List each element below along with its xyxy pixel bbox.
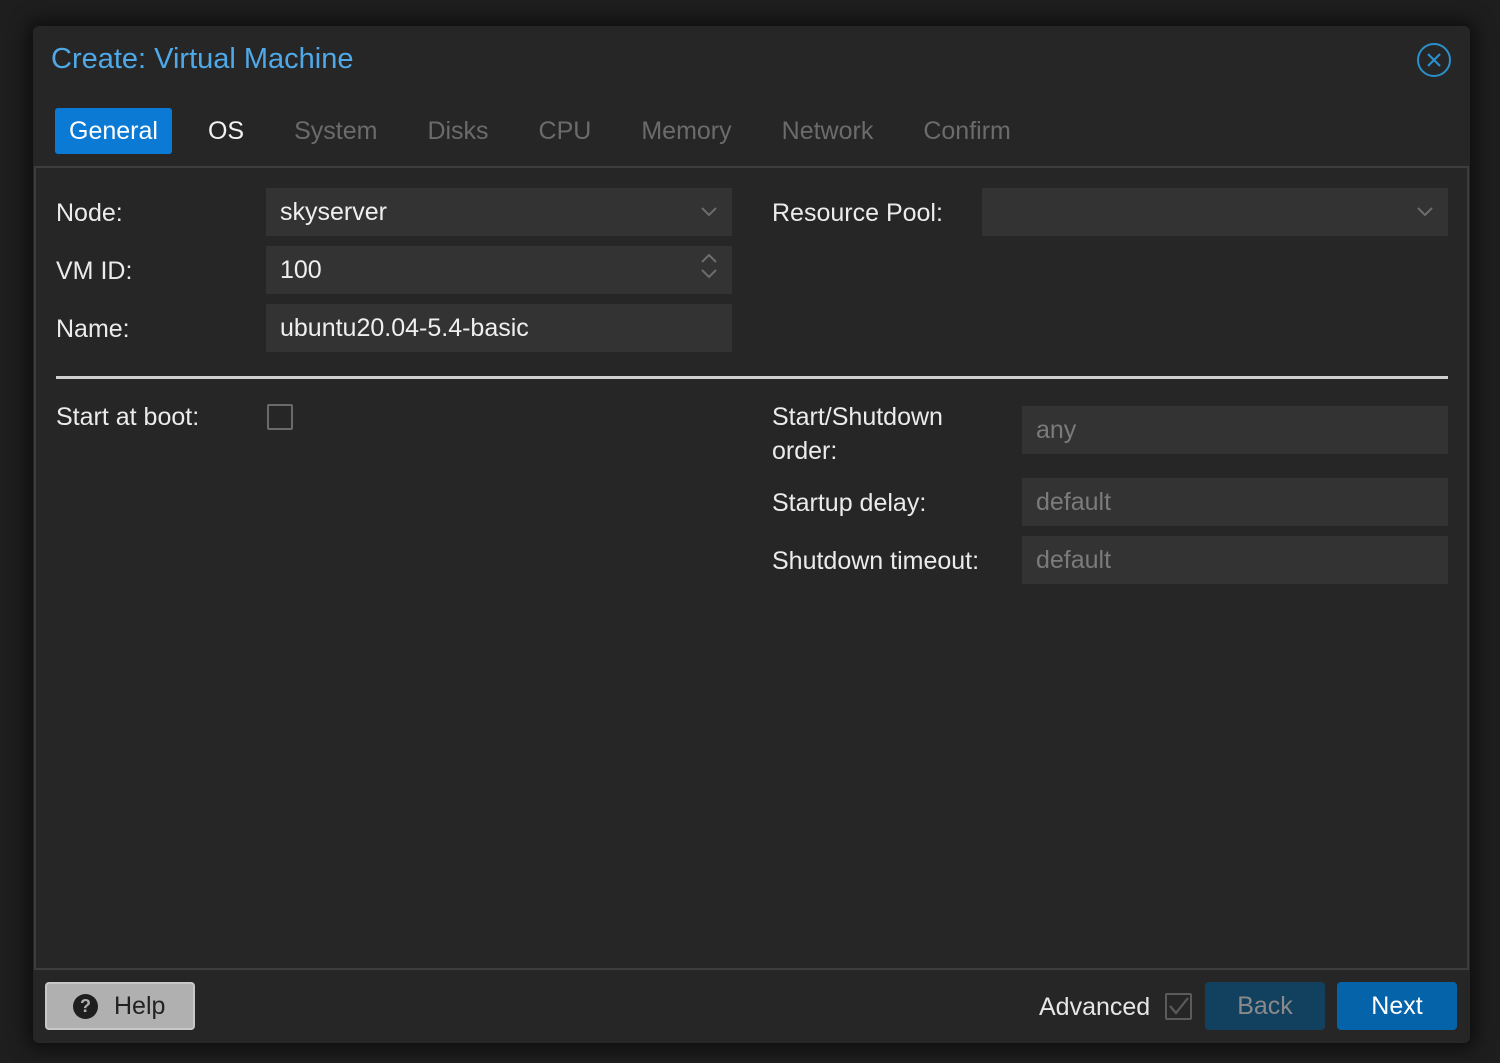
start-at-boot-checkbox[interactable] [267, 404, 293, 430]
help-button-label: Help [114, 991, 166, 1020]
tab-disks: Disks [427, 117, 489, 145]
start-shutdown-order-placeholder: any [1036, 416, 1077, 444]
question-circle-icon: ? [73, 993, 98, 1019]
start-shutdown-order-label-line2: order: [772, 437, 838, 465]
next-button[interactable]: Next [1337, 982, 1457, 1030]
resource-pool-label: Resource Pool: [772, 199, 943, 227]
start-at-boot-label: Start at boot: [56, 403, 200, 431]
help-button[interactable]: ? Help [45, 982, 195, 1030]
start-shutdown-order-input[interactable]: any [1022, 406, 1448, 454]
node-value: skyserver [280, 198, 387, 226]
chevron-down-icon[interactable] [700, 188, 718, 236]
chevron-down-icon[interactable] [1416, 188, 1434, 236]
tab-confirm: Confirm [923, 117, 1011, 145]
shutdown-timeout-input[interactable]: default [1022, 536, 1448, 584]
name-label: Name: [56, 315, 130, 343]
startup-delay-label: Startup delay: [772, 489, 927, 517]
name-value: ubuntu20.04-5.4-basic [280, 314, 529, 342]
vmid-label: VM ID: [56, 257, 133, 285]
back-button[interactable]: Back [1205, 982, 1325, 1030]
spinner-arrows-icon[interactable] [700, 252, 718, 280]
dialog-title: Create: Virtual Machine [51, 43, 354, 75]
vmid-spinner[interactable]: 100 [266, 246, 732, 294]
vmid-value: 100 [280, 256, 322, 284]
resource-pool-select[interactable] [982, 188, 1448, 236]
spin-up-icon[interactable] [700, 252, 718, 264]
close-icon [1427, 53, 1441, 67]
start-shutdown-order-label-line1: Start/Shutdown [772, 403, 943, 431]
node-label: Node: [56, 199, 123, 227]
create-vm-dialog: Create: Virtual Machine General OS Syste… [33, 26, 1470, 1043]
close-button[interactable] [1417, 43, 1451, 77]
shutdown-timeout-label: Shutdown timeout: [772, 547, 980, 575]
tab-os[interactable]: OS [194, 108, 258, 154]
shutdown-timeout-placeholder: default [1036, 546, 1112, 574]
advanced-checkbox[interactable] [1165, 993, 1192, 1020]
spin-down-icon[interactable] [700, 268, 718, 280]
startup-delay-input[interactable]: default [1022, 478, 1448, 526]
tab-memory: Memory [641, 117, 732, 145]
checkmark-icon [1169, 997, 1189, 1015]
general-panel: Node: skyserver VM ID: 100 Name: ubuntu2… [34, 166, 1469, 970]
tab-cpu: CPU [538, 117, 592, 145]
section-divider [56, 376, 1448, 379]
startup-delay-placeholder: default [1036, 488, 1112, 516]
node-select[interactable]: skyserver [266, 188, 732, 236]
advanced-label: Advanced [1039, 993, 1151, 1021]
start-shutdown-order-label: Start/Shutdown order: [772, 400, 943, 468]
name-input[interactable]: ubuntu20.04-5.4-basic [266, 304, 732, 352]
tab-system: System [294, 117, 378, 145]
wizard-tabs: General OS System Disks CPU Memory Netwo… [55, 108, 1047, 154]
tab-general[interactable]: General [55, 108, 172, 154]
tab-network: Network [781, 117, 874, 145]
